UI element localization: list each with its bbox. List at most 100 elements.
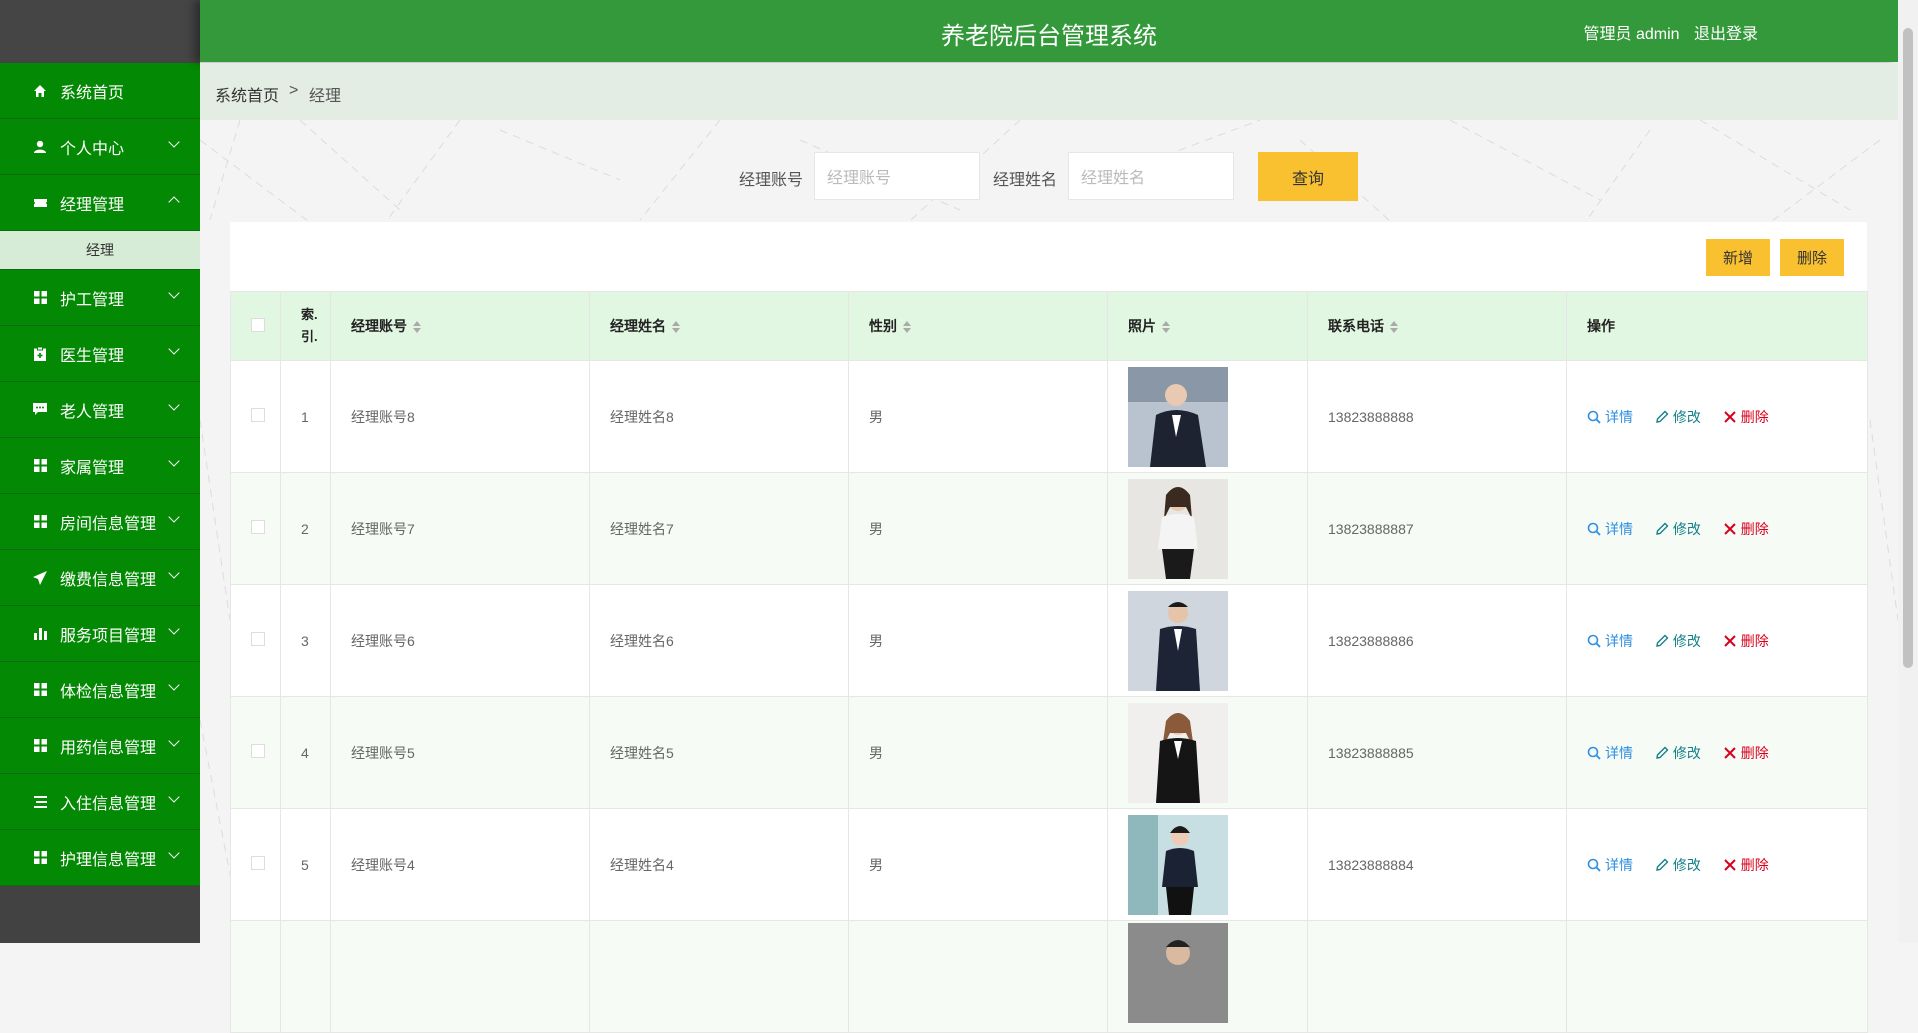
sidebar-item-checkups[interactable]: 体检信息管理 [0,662,200,718]
col-phone[interactable]: 联系电话 [1307,291,1567,361]
chevron-down-icon [168,847,180,859]
clipboard-icon [32,346,48,362]
sidebar-item-profile[interactable]: 个人中心 [0,119,200,175]
add-button[interactable]: 新增 [1706,239,1770,276]
row-checkbox-cell [230,472,281,585]
detail-button[interactable]: 详情 [1587,519,1633,539]
chevron-down-icon [168,567,180,579]
detail-label: 详情 [1605,856,1633,873]
user-area: 管理员 admin 退出登录 [1574,20,1759,44]
edit-button[interactable]: 修改 [1655,519,1701,539]
row-checkbox[interactable] [251,632,265,646]
detail-label: 详情 [1605,520,1633,537]
name-search-input[interactable]: 经理姓名 [1068,152,1234,200]
sidebar-item-label: 服务项目管理 [60,627,157,645]
chevron-down-icon [168,136,180,148]
manager-photo[interactable] [1128,923,1228,1023]
delete-button[interactable]: 删除 [1780,239,1844,276]
row-checkbox[interactable] [251,408,265,422]
edit-button[interactable]: 修改 [1655,855,1701,875]
select-all-checkbox[interactable] [251,317,265,332]
row-index: 1 [280,360,331,473]
manager-photo[interactable] [1128,366,1228,467]
sidebar-top [0,0,200,62]
manager-photo[interactable] [1128,590,1228,691]
table-row: 2 经理账号7 经理姓名7 男 13823888887 详情 修改 删除 [230,472,1868,585]
sort-icon[interactable] [903,321,911,334]
sort-icon[interactable] [1390,321,1398,334]
sidebar-item-services[interactable]: 服务项目管理 [0,606,200,662]
sidebar-item-home[interactable]: 系统首页 [0,63,200,119]
row-name: 经理姓名7 [589,472,849,585]
edit-button[interactable]: 修改 [1655,631,1701,651]
breadcrumb-current: 经理 [309,88,342,105]
col-gender[interactable]: 性别 [848,291,1108,361]
sidebar-subitem-manager[interactable]: 经理 [0,231,200,270]
row-checkbox-cell [230,920,281,1033]
sidebar-item-checkin[interactable]: 入住信息管理 [0,774,200,830]
remove-button[interactable]: 删除 [1723,407,1769,427]
row-gender: 男 [848,808,1108,921]
sidebar-item-doctors[interactable]: 医生管理 [0,326,200,382]
row-actions: 详情 修改 删除 [1566,584,1868,697]
row-checkbox[interactable] [251,744,265,758]
remove-label: 删除 [1740,408,1769,425]
sort-icon[interactable] [1162,321,1170,334]
detail-button[interactable]: 详情 [1587,631,1633,651]
remove-button[interactable]: 删除 [1723,743,1769,763]
bar-chart-icon [32,626,48,642]
col-photo[interactable]: 照片 [1107,291,1308,361]
manager-photo[interactable] [1128,814,1228,915]
sidebar-item-family[interactable]: 家属管理 [0,438,200,494]
col-name[interactable]: 经理姓名 [589,291,849,361]
pencil-icon [1656,410,1669,423]
row-cell [1307,920,1567,1033]
scrollbar-thumb[interactable] [1903,28,1913,668]
logout-link[interactable]: 退出登录 [1694,26,1758,43]
sidebar-item-label: 房间信息管理 [60,515,157,533]
row-account: 经理账号7 [330,472,590,585]
ticket-icon [32,195,48,211]
remove-button[interactable]: 删除 [1723,631,1769,651]
detail-button[interactable]: 详情 [1587,743,1633,763]
edit-button[interactable]: 修改 [1655,407,1701,427]
row-account: 经理账号4 [330,808,590,921]
sidebar-item-caregivers[interactable]: 护工管理 [0,270,200,326]
sidebar-subitem-label: 经理 [86,242,114,258]
edit-button[interactable]: 修改 [1655,743,1701,763]
col-gender-label: 性别 [869,318,897,334]
sidebar-item-rooms[interactable]: 房间信息管理 [0,494,200,550]
search-icon [1587,858,1601,872]
breadcrumb: 系统首页 > 经理 [200,63,1898,120]
sidebar-item-elders[interactable]: 老人管理 [0,382,200,438]
sort-icon[interactable] [672,321,680,334]
pencil-icon [1656,746,1669,759]
sidebar-item-payments[interactable]: 缴费信息管理 [0,550,200,606]
row-name: 经理姓名8 [589,360,849,473]
row-checkbox[interactable] [251,856,265,870]
user-name: 管理员 admin [1583,26,1680,43]
sidebar-item-medication[interactable]: 用药信息管理 [0,718,200,774]
pencil-icon [1656,858,1669,871]
edit-label: 修改 [1672,856,1701,873]
row-name: 经理姓名6 [589,584,849,697]
manager-photo[interactable] [1128,702,1228,803]
breadcrumb-home[interactable]: 系统首页 [215,82,279,106]
sort-icon[interactable] [413,321,421,334]
list-icon [32,794,48,810]
detail-button[interactable]: 详情 [1587,855,1633,875]
query-button[interactable]: 查询 [1258,152,1358,201]
sidebar-item-managers[interactable]: 经理管理 [0,175,200,231]
manager-photo[interactable] [1128,478,1228,579]
row-checkbox[interactable] [251,520,265,534]
sidebar-item-label: 用药信息管理 [60,739,157,757]
remove-button[interactable]: 删除 [1723,519,1769,539]
grid-icon [32,290,48,306]
remove-button[interactable]: 删除 [1723,855,1769,875]
page-scrollbar[interactable] [1898,0,1918,943]
account-search-input[interactable]: 经理账号 [814,152,980,200]
detail-button[interactable]: 详情 [1587,407,1633,427]
edit-label: 修改 [1672,744,1701,761]
col-account[interactable]: 经理账号 [330,291,590,361]
sidebar-item-nursing[interactable]: 护理信息管理 [0,830,200,886]
